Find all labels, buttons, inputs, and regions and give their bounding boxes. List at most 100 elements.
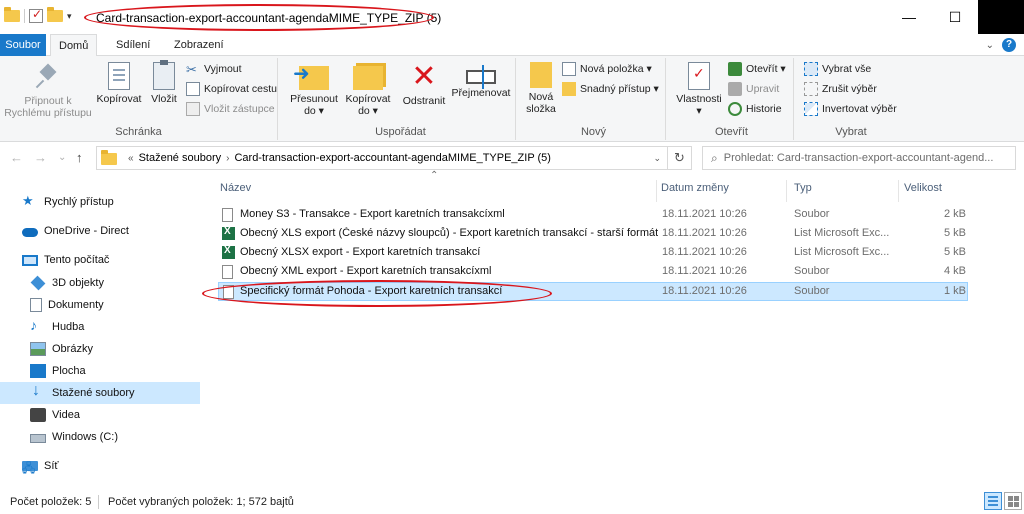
open-button[interactable]: Otevřít ▾ [728,62,786,76]
minimize-button[interactable]: — [886,0,932,34]
large-icons-view-icon[interactable] [1004,492,1022,510]
sidebar-item-music[interactable]: Hudba [0,316,200,338]
properties-icon[interactable] [29,7,43,23]
copy-button[interactable]: Kopírovat [94,60,144,105]
new-folder-button[interactable]: Nová složka [522,60,560,115]
new-item-button[interactable]: Nová položka ▾ [562,62,652,76]
history-button[interactable]: Historie [728,102,782,116]
sidebar-item-pictures[interactable]: Obrázky [0,338,200,360]
select-none-label: Zrušit výběr [822,83,877,95]
address-dropdown-icon[interactable]: ⌄ [653,153,661,164]
open-label: Otevřít ▾ [746,63,786,75]
sidebar-item-onedrive[interactable]: OneDrive - Direct [0,220,200,242]
column-header-type[interactable]: Typ [794,180,894,202]
tab-share[interactable]: Sdílení [108,34,158,56]
copy-icon [108,62,130,90]
folder-icon [101,150,117,165]
details-view-icon[interactable] [984,492,1002,510]
recent-locations-icon[interactable]: ⌄ [58,152,66,163]
quick-access-toolbar: ▾ [4,7,72,23]
properties-button[interactable]: Vlastnosti ▾ [672,60,726,117]
column-header-size[interactable]: Velikost [904,180,964,202]
file-type: Soubor [794,208,830,220]
sidebar-item-drive-c[interactable]: Windows (C:) [0,426,200,448]
column-divider[interactable] [786,180,787,202]
column-header-name[interactable]: Název [220,180,650,202]
sidebar-item-network[interactable]: Síť [0,455,200,480]
forward-arrow-icon[interactable]: → [34,150,47,165]
cut-label: Vyjmout [204,63,242,75]
select-none-button[interactable]: Zrušit výběr [804,82,877,96]
sidebar-item-quick-access[interactable]: Rychlý přístup [0,191,200,213]
history-label: Historie [746,103,782,115]
tab-home[interactable]: Domů [50,34,98,57]
maximize-button[interactable]: ☐ [932,0,978,34]
excel-icon [222,226,235,240]
new-folder-icon[interactable] [47,7,63,22]
breadcrumb-item-downloads[interactable]: Stažené soubory [139,152,222,164]
file-type: List Microsoft Exc... [794,246,890,258]
tab-view[interactable]: Zobrazení [166,34,232,56]
scissors-icon [186,62,200,76]
file-type: List Microsoft Exc... [794,227,890,239]
move-to-button[interactable]: Přesunout do ▾ [288,60,340,117]
search-placeholder: Prohledat: Card-transaction-export-accou… [723,152,994,164]
column-divider[interactable] [898,180,899,202]
sidebar-item-documents[interactable]: Dokumenty [0,294,200,316]
clipboard-group-label: Schránka [115,126,162,138]
collapse-ribbon-icon[interactable]: ⌄ [986,40,994,51]
customize-toolbar-dropdown-icon[interactable]: ▾ [67,11,72,22]
address-bar[interactable]: « Stažené soubory › Card-transaction-exp… [96,146,692,170]
select-none-icon [804,82,818,96]
search-box[interactable]: ⌕ Prohledat: Card-transaction-export-acc… [702,146,1016,170]
sidebar-item-downloads[interactable]: Stažené soubory [0,382,200,404]
breadcrumb-item-current[interactable]: Card-transaction-export-accountant-agend… [234,152,551,164]
file-row[interactable]: Obecný XLSX export - Export karetních tr… [218,244,968,263]
sidebar-item-3d-objects[interactable]: 3D objekty [0,272,200,294]
move-to-icon [293,66,329,90]
paste-button[interactable]: Vložit [146,60,182,105]
delete-icon: ✕ [411,60,437,93]
paste-shortcut-button[interactable]: Vložit zástupce [186,102,275,116]
rename-icon [466,65,496,89]
back-arrow-icon[interactable]: ← [10,150,23,165]
sidebar-item-desktop[interactable]: Plocha [0,360,200,382]
file-row[interactable]: Obecný XLS export (České názvy sloupců) … [218,225,968,244]
tab-file[interactable]: Soubor [0,34,46,56]
star-icon [22,193,38,209]
column-header-date[interactable]: Datum změny [661,180,781,202]
file-row[interactable]: Obecný XML export - Export karetních tra… [218,263,968,282]
file-icon [222,208,233,222]
pin-quick-access-button[interactable]: Připnout k Rychlému přístupu [2,60,94,119]
copy-to-button[interactable]: Kopírovat do ▾ [342,60,394,117]
refresh-icon[interactable]: ↻ [667,147,691,169]
breadcrumb-overflow-icon[interactable]: « [128,153,134,164]
navigation-pane: Rychlý přístup OneDrive - Direct Tento p… [0,174,200,488]
edit-button[interactable]: Upravit [728,82,779,96]
easy-access-button[interactable]: Snadný přístup ▾ [562,82,659,96]
sidebar-item-label: Windows (C:) [52,431,119,443]
file-name: Money S3 - Transakce - Export karetních … [240,208,505,220]
delete-button[interactable]: ✕ Odstranit [398,60,450,108]
sidebar-item-this-pc[interactable]: Tento počítač [0,249,200,271]
new-group-label: Nový [580,126,607,138]
file-name: Obecný XLSX export - Export karetních tr… [240,246,481,258]
select-group: Vybrat vše Zrušit výběr Invertovat výběr… [798,58,904,140]
up-arrow-icon[interactable]: ↑ [76,150,83,165]
network-icon [22,459,38,480]
paste-label: Vložit [151,93,177,105]
rename-label: Přejmenovat [451,87,511,99]
select-all-button[interactable]: Vybrat vše [804,62,871,76]
open-group: Vlastnosti ▾ Otevřít ▾ Upravit Historie … [670,58,794,140]
copy-path-button[interactable]: Kopírovat cestu [186,82,277,96]
close-button[interactable] [978,0,1024,34]
sidebar-item-videos[interactable]: Videa [0,404,200,426]
sidebar-item-label: OneDrive - Direct [44,225,129,237]
file-row[interactable]: Money S3 - Transakce - Export karetních … [218,206,968,225]
column-divider[interactable] [656,180,657,202]
sidebar-item-label: Hudba [52,321,85,333]
invert-selection-button[interactable]: Invertovat výběr [804,102,897,116]
rename-button[interactable]: Přejmenovat [450,60,512,99]
help-icon[interactable]: ? [1002,38,1016,52]
cut-button[interactable]: Vyjmout [186,62,242,76]
